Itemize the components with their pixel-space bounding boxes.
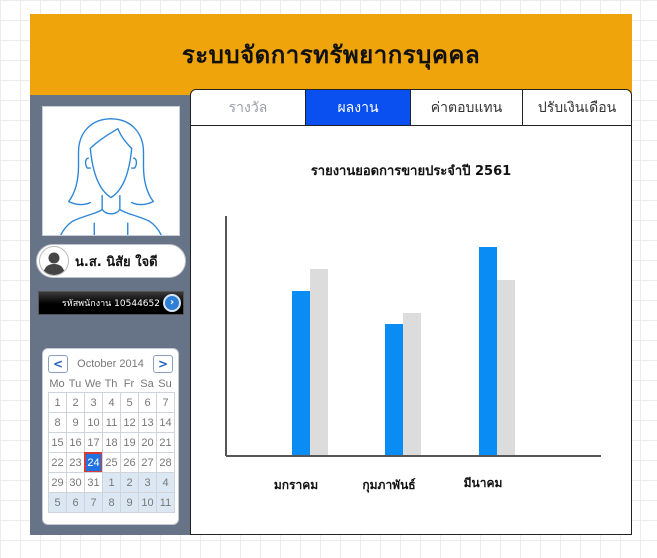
calendar-day[interactable]: 2: [120, 472, 139, 493]
calendar-day[interactable]: 16: [66, 432, 85, 453]
bar-secondary: [403, 313, 421, 456]
bar-primary: [292, 291, 310, 456]
user-name-card: น.ส. นิสัย ใจดี: [36, 244, 186, 278]
calendar-day[interactable]: 9: [66, 412, 85, 433]
calendar-day[interactable]: 29: [48, 472, 67, 493]
calendar-day[interactable]: 1: [48, 392, 67, 413]
calendar-day[interactable]: 22: [48, 452, 67, 473]
calendar-day[interactable]: 20: [138, 432, 157, 453]
weekday-label: Mo: [49, 378, 65, 390]
calendar-day[interactable]: 1: [102, 472, 121, 493]
calendar-day[interactable]: 25: [102, 452, 121, 473]
main-panel: รางวัล ผลงาน ค่าตอบแทน ปรับเงินเดือน ราย…: [190, 89, 632, 535]
calendar-day[interactable]: 28: [156, 452, 175, 473]
user-name: น.ส. นิสัย ใจดี: [75, 254, 158, 270]
calendar-day[interactable]: 8: [102, 492, 121, 513]
calendar-day[interactable]: 31: [84, 472, 103, 493]
user-avatar-icon: [39, 246, 69, 276]
tab-performance[interactable]: ผลงาน: [306, 90, 411, 126]
employee-id-bar[interactable]: รหัสพนักงาน 10544652 ›: [38, 291, 184, 315]
x-tick-label: มีนาคม: [464, 476, 503, 490]
calendar-day-grid: 1 2 3 4 5 6 7 8 9 10 11 12 13 14 15 16 17 18 19 20 21 22 23 24 2…: [48, 392, 175, 513]
bar-primary: [479, 247, 497, 456]
app-header: ระบบจัดการทรัพยากรบุคคล: [30, 14, 632, 95]
calendar-day[interactable]: 27: [138, 452, 157, 473]
weekday-label: Fr: [123, 378, 135, 390]
calendar-day[interactable]: 9: [120, 492, 139, 513]
calendar-day[interactable]: 6: [138, 392, 157, 413]
calendar-day[interactable]: 3: [138, 472, 157, 493]
calendar-day[interactable]: 26: [120, 452, 139, 473]
calendar-day[interactable]: 5: [120, 392, 139, 413]
tab-awards[interactable]: รางวัล: [191, 90, 306, 126]
calendar-day[interactable]: 5: [48, 492, 67, 513]
weekday-label: Th: [104, 378, 118, 390]
bar-primary: [385, 324, 403, 456]
calendar-day[interactable]: 23: [66, 452, 85, 473]
calendar-day[interactable]: 2: [66, 392, 85, 413]
person-portrait-icon: [60, 118, 162, 236]
calendar-day-selected[interactable]: 24: [84, 452, 103, 473]
calendar-day[interactable]: 13: [138, 412, 157, 433]
calendar-next-button[interactable]: >: [153, 355, 173, 373]
calendar-day[interactable]: 11: [156, 492, 175, 513]
calendar-month-label: October 2014: [77, 358, 144, 370]
sales-chart: รายงานยอดการขายประจำปี 2561 มกราคม กุมภาพ…: [191, 126, 631, 534]
employee-id: รหัสพนักงาน 10544652: [61, 299, 160, 309]
chevron-right-icon[interactable]: ›: [163, 294, 181, 312]
app-title: ระบบจัดการทรัพยากรบุคคล: [181, 41, 481, 69]
x-tick-label: กุมภาพันธ์: [362, 478, 415, 493]
calendar-day[interactable]: 4: [102, 392, 121, 413]
calendar-day[interactable]: 19: [120, 432, 139, 453]
calendar-day[interactable]: 10: [138, 492, 157, 513]
calendar-header: < October 2014 >: [48, 354, 173, 374]
calendar-day[interactable]: 10: [84, 412, 103, 433]
weekday-label: Tu: [68, 378, 82, 390]
calendar-day[interactable]: 15: [48, 432, 67, 453]
calendar-day[interactable]: 6: [66, 492, 85, 513]
calendar-day[interactable]: 3: [84, 392, 103, 413]
calendar-weekdays: Mo Tu We Th Fr Sa Su: [48, 376, 173, 392]
profile-photo: [42, 106, 180, 236]
tab-compensation[interactable]: ค่าตอบแทน: [411, 90, 523, 126]
calendar-day[interactable]: 30: [66, 472, 85, 493]
tab-salary-adjustment[interactable]: ปรับเงินเดือน: [523, 90, 631, 126]
calendar-prev-button[interactable]: <: [48, 355, 68, 373]
bar-secondary: [497, 280, 515, 456]
weekday-label: We: [84, 378, 102, 390]
bar-secondary: [310, 269, 328, 456]
calendar-day[interactable]: 7: [84, 492, 103, 513]
calendar-widget: < October 2014 > Mo Tu We Th Fr Sa Su 12…: [42, 348, 179, 525]
calendar-day[interactable]: 7: [156, 392, 175, 413]
app-frame: ระบบจัดการทรัพยากรบุคคล น.ส. นิสัย ใจดี …: [30, 14, 632, 535]
calendar-day[interactable]: 4: [156, 472, 175, 493]
calendar-day[interactable]: 21: [156, 432, 175, 453]
calendar-day[interactable]: 18: [102, 432, 121, 453]
calendar-day[interactable]: 14: [156, 412, 175, 433]
x-tick-label: มกราคม: [274, 478, 318, 492]
calendar-day[interactable]: 8: [48, 412, 67, 433]
tab-bar: รางวัล ผลงาน ค่าตอบแทน ปรับเงินเดือน: [191, 90, 631, 126]
bar-chart: มกราคม กุมภาพันธ์ มีนาคม: [225, 216, 601, 493]
weekday-label: Su: [158, 378, 172, 390]
weekday-label: Sa: [140, 378, 154, 390]
sidebar: น.ส. นิสัย ใจดี รหัสพนักงาน 10544652 › <…: [30, 95, 190, 535]
calendar-day[interactable]: 12: [120, 412, 139, 433]
calendar-day[interactable]: 11: [102, 412, 121, 433]
calendar-day[interactable]: 17: [84, 432, 103, 453]
